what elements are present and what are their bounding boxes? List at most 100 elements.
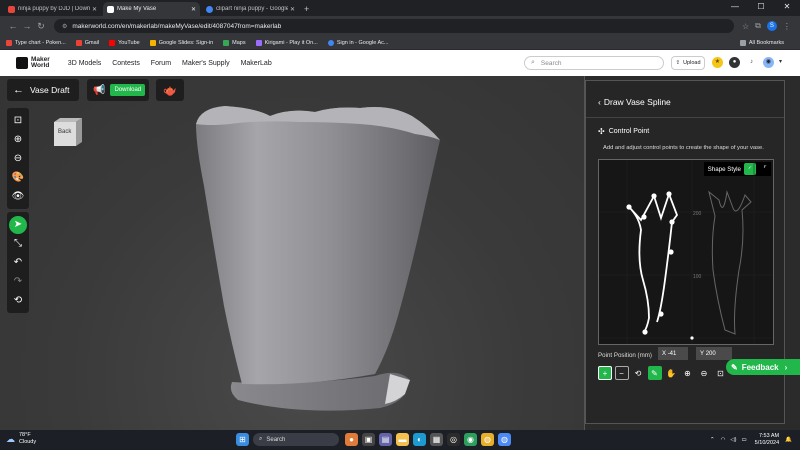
maximize-icon[interactable]: ☐ (748, 0, 774, 14)
spline-drawing: 200 100 (599, 160, 773, 344)
fit-view-icon[interactable]: ⊡ (9, 112, 27, 130)
spline-canvas[interactable]: Shape Style ◜ ⌜ 200 100 (598, 159, 774, 345)
control-point[interactable] (668, 249, 674, 255)
bookmark-item[interactable]: Gmail (75, 39, 99, 46)
download-button[interactable]: Download (110, 84, 146, 96)
nav-3d-models[interactable]: 3D Models (68, 60, 101, 67)
chevron-up-icon[interactable]: ⌃ (710, 437, 715, 443)
control-point[interactable] (666, 191, 672, 197)
all-bookmarks[interactable]: All Bookmarks (739, 39, 784, 46)
panel-title[interactable]: ‹ Draw Vase Spline (598, 97, 671, 107)
url-text: makerworld.com/en/makerlab/makeMyVase/ed… (72, 22, 282, 30)
volume-icon[interactable]: ◁) (730, 437, 736, 443)
3d-viewport[interactable]: ← Vase Draft 📢 Download 🫖 ⊡ ⊕ ⊖ 🎨 👁 ➤ ⤡ … (0, 76, 584, 430)
extensions-icon[interactable]: ⧉ (755, 21, 761, 31)
taskbar-search[interactable]: ⌕ Search (253, 433, 339, 446)
add-point-icon[interactable]: + (598, 366, 612, 380)
edge-icon[interactable]: ◐ (413, 433, 426, 446)
bookmark-item[interactable]: Sign in - Google Ac... (327, 39, 388, 46)
undo-icon[interactable]: ↶ (9, 254, 27, 272)
bookmark-item[interactable]: Kirigami - Play it On... (255, 39, 318, 46)
address-bar-row: ← → ↻ ⚙ makerworld.com/en/makerlab/makeM… (0, 16, 800, 36)
zoom-out-icon[interactable]: ⊖ (697, 366, 711, 380)
nav-makerlab[interactable]: MakerLab (241, 60, 272, 67)
weather-widget[interactable]: ☁ 78°F Cloudy (6, 432, 36, 446)
messages-icon[interactable]: ● (729, 57, 740, 68)
control-point[interactable] (651, 193, 657, 199)
upload-button[interactable]: ⇪ Upload (671, 56, 705, 70)
store-icon[interactable]: ▦ (430, 433, 443, 446)
select-cursor-icon[interactable]: ➤ (9, 215, 27, 234)
clock[interactable]: 7:53 AM 5/10/2024 (755, 433, 779, 447)
reload-icon[interactable]: ↻ (34, 21, 48, 32)
reset-icon[interactable]: ⟲ (9, 292, 27, 310)
wifi-icon[interactable]: ◠ (721, 437, 726, 443)
user-avatar[interactable]: ◉ (763, 57, 774, 68)
chevron-down-icon[interactable]: ▾ (775, 57, 786, 68)
back-arrow-icon[interactable]: ← (6, 21, 20, 31)
file-explorer-icon[interactable]: ▬ (396, 433, 409, 446)
google-slides-icon (149, 39, 156, 46)
control-point[interactable] (641, 214, 647, 220)
back-arrow-icon[interactable]: ← (13, 84, 24, 96)
star-icon[interactable]: ☆ (742, 22, 749, 31)
bullhorn-icon[interactable]: 📢 (93, 85, 105, 96)
zoom-in-icon[interactable]: ⊕ (9, 131, 27, 149)
points-icon[interactable]: ★ (712, 57, 723, 68)
bookmark-item[interactable]: Type chart - Poken... (6, 39, 66, 46)
site-search-input[interactable]: ⌕ Search (524, 56, 664, 70)
forward-arrow-icon[interactable]: → (20, 21, 34, 31)
control-point[interactable] (642, 329, 648, 335)
refresh-icon[interactable]: ⟲ (631, 366, 645, 380)
url-field[interactable]: ⚙ makerworld.com/en/makerlab/makeMyVase/… (54, 19, 734, 33)
view-cube[interactable]: Back (52, 116, 82, 146)
bookmark-item[interactable]: YouTube (109, 39, 140, 46)
hand-icon[interactable]: ✋ (664, 366, 678, 380)
app-icon[interactable]: ◉ (464, 433, 477, 446)
tab-clipart[interactable]: clipart ninja puppy - Google S ✕ (202, 2, 299, 16)
nav-makers-supply[interactable]: Maker's Supply (182, 60, 230, 67)
nav-forum[interactable]: Forum (151, 60, 171, 67)
widgets-icon[interactable]: ● (345, 433, 358, 446)
dell-icon[interactable]: ◎ (447, 433, 460, 446)
remove-point-icon[interactable]: − (614, 366, 629, 380)
chrome-icon[interactable]: ◍ (481, 433, 494, 446)
site-info-icon[interactable]: ⚙ (62, 23, 67, 30)
close-tab-icon[interactable]: ✕ (92, 6, 97, 13)
bookmark-item[interactable]: Maps (223, 39, 246, 46)
task-view-icon[interactable]: ▣ (362, 433, 375, 446)
close-window-icon[interactable]: ✕ (774, 0, 800, 14)
pen-icon[interactable]: ✎ (647, 366, 662, 380)
scale-icon[interactable]: ⤡ (9, 235, 27, 253)
tab-make-my-vase[interactable]: Make My Vase ✕ (103, 2, 200, 16)
notification-bell-icon[interactable]: 🔔 (785, 437, 792, 443)
nav-contests[interactable]: Contests (112, 60, 140, 67)
redo-icon[interactable]: ↷ (9, 273, 27, 291)
bookmark-item[interactable]: Google Slides: Sign-in (149, 39, 213, 46)
teams-icon[interactable]: ▤ (379, 433, 392, 446)
x-input[interactable]: X -41 (658, 347, 688, 360)
control-point[interactable] (658, 311, 664, 317)
notifications-icon[interactable]: ♪ (746, 57, 757, 68)
eye-icon[interactable]: 👁 (9, 188, 27, 206)
makerworld-logo[interactable]: Maker World (16, 56, 50, 70)
palette-icon[interactable]: 🎨 (9, 169, 27, 187)
close-tab-icon[interactable]: ✕ (290, 6, 295, 13)
profile-avatar[interactable]: S (766, 21, 777, 31)
site-nav: 3D Models Contests Forum Maker's Supply … (68, 60, 281, 67)
zoom-out-icon[interactable]: ⊖ (9, 150, 27, 168)
close-tab-icon[interactable]: ✕ (191, 6, 196, 13)
mascot-icon[interactable]: 🫖 (156, 79, 184, 101)
minimize-icon[interactable]: — (722, 0, 748, 14)
menu-dots-icon[interactable]: ⋮ (783, 22, 791, 31)
tab-ninja-puppy[interactable]: ninja puppy by DJD | Downlo ✕ (4, 2, 101, 16)
control-point[interactable] (626, 204, 632, 210)
feedback-button[interactable]: ✎ Feedback › (726, 359, 800, 375)
y-input[interactable]: Y 200 (696, 347, 732, 360)
windows-start-icon[interactable]: ⊞ (236, 433, 249, 446)
control-point[interactable] (669, 219, 675, 225)
chrome-profile-icon[interactable]: ◍ (498, 433, 511, 446)
battery-icon[interactable]: ▭ (741, 437, 746, 443)
zoom-in-icon[interactable]: ⊕ (681, 366, 695, 380)
new-tab-button[interactable]: + (304, 2, 309, 16)
